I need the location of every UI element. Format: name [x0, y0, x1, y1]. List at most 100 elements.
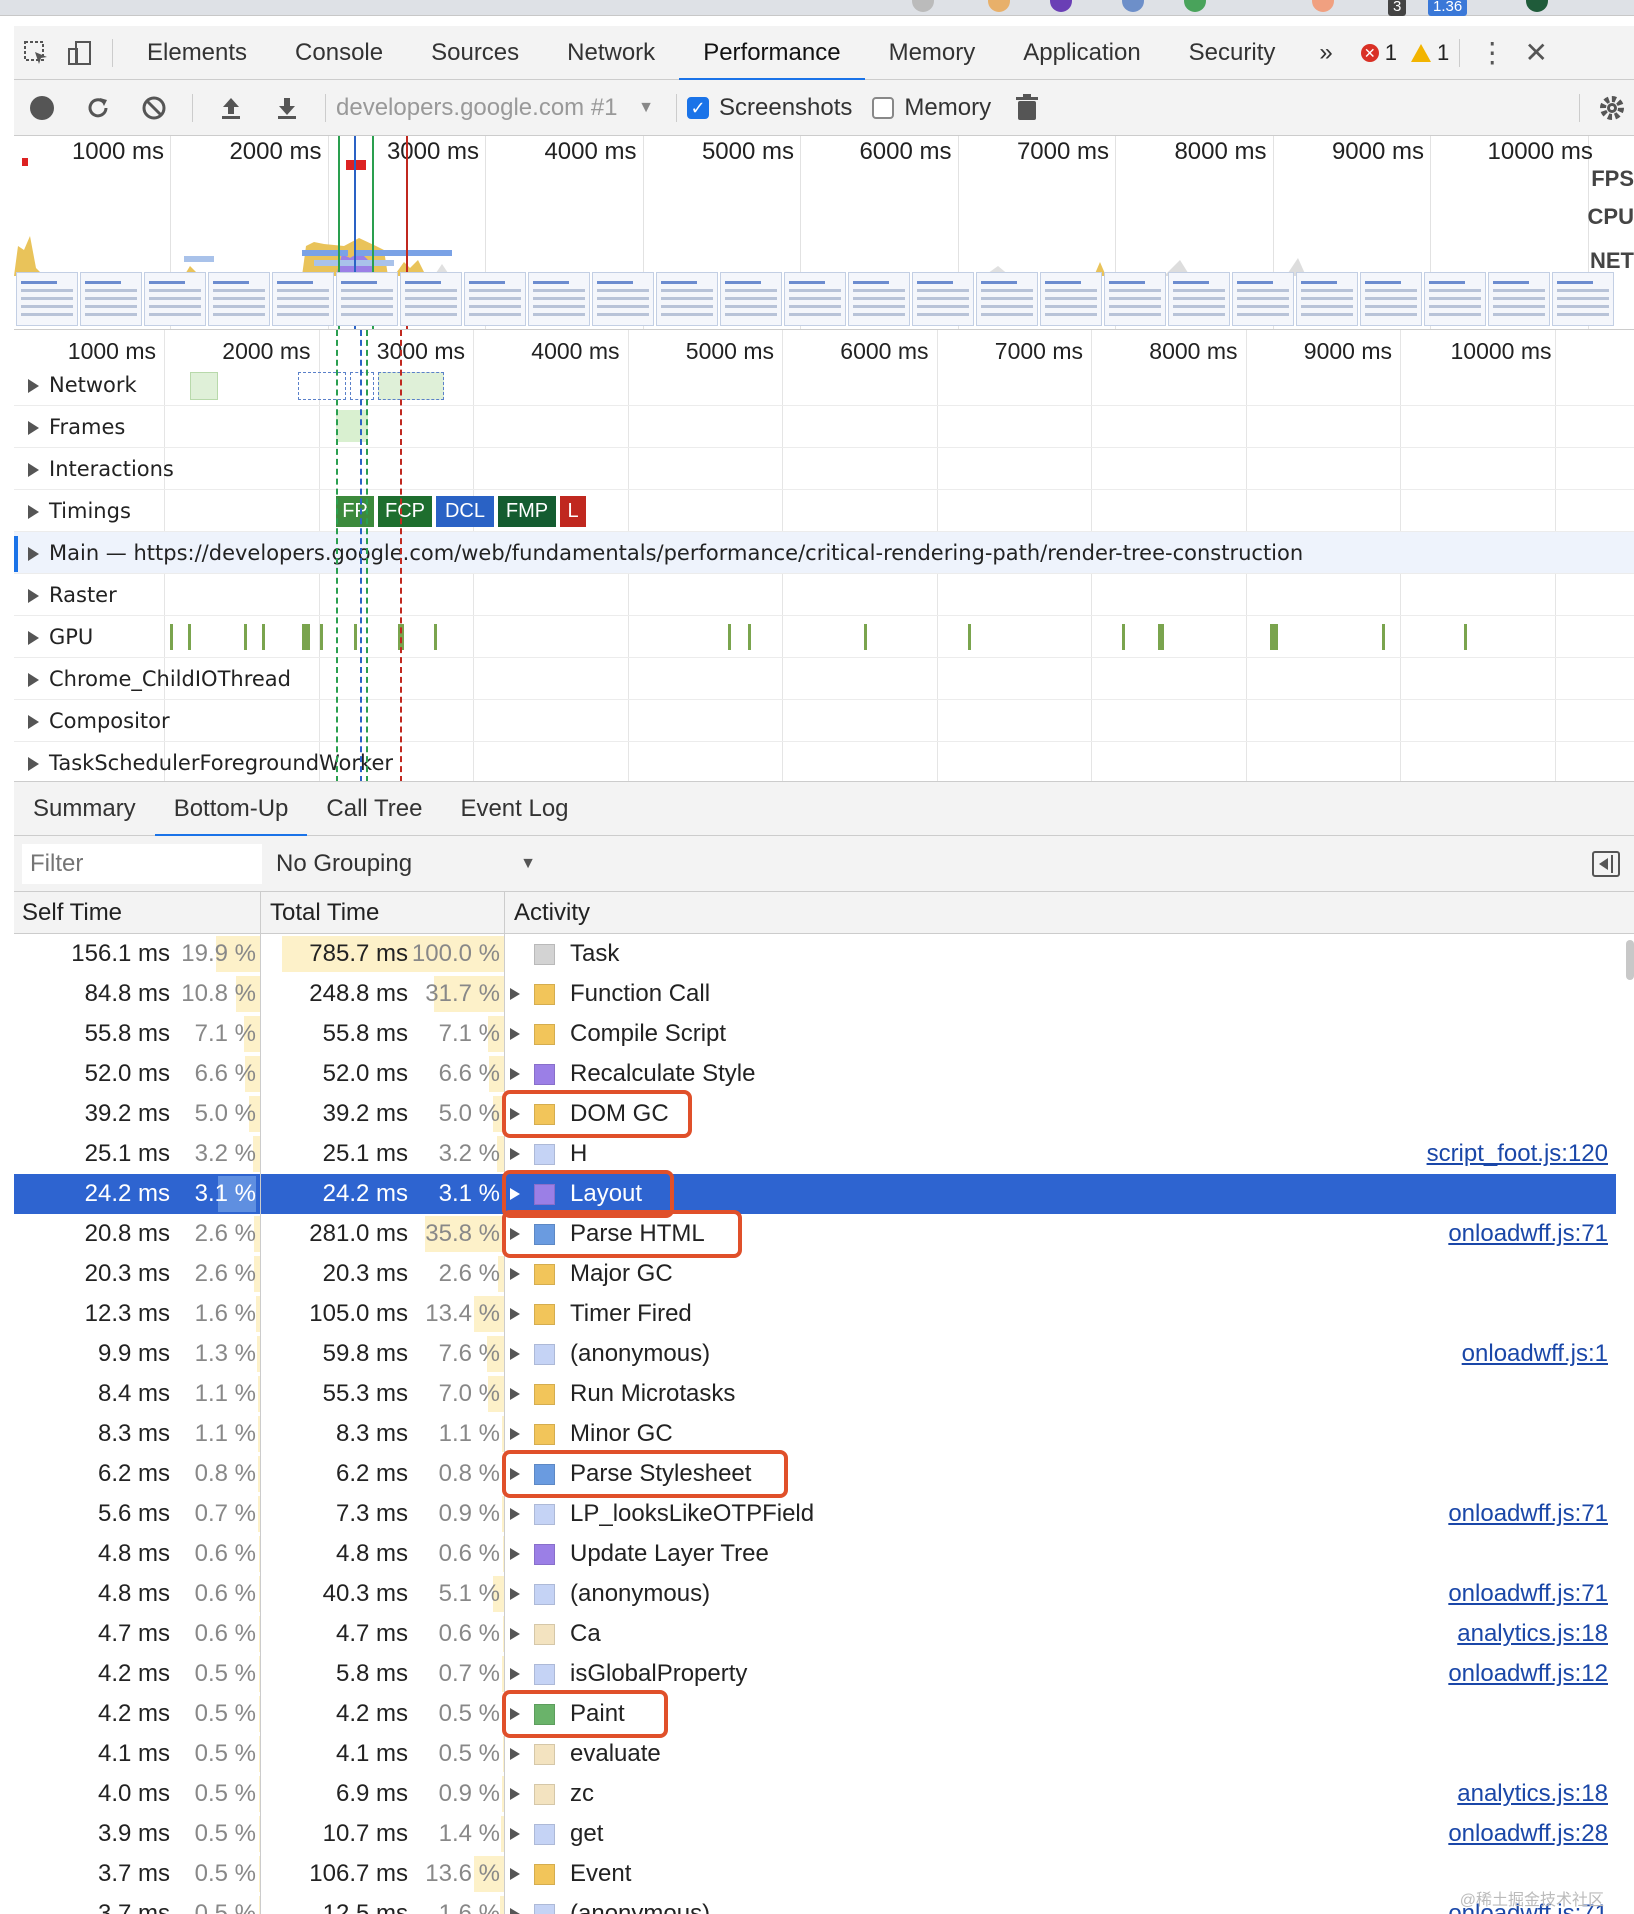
device-toolbar-icon[interactable] — [58, 26, 102, 80]
gpu-task[interactable] — [434, 624, 437, 650]
expand-arrow-icon[interactable] — [510, 1428, 520, 1440]
table-row[interactable]: 3.9 ms 0.5 % 10.7 ms 1.4 % get onloadwff.js:2… — [14, 1814, 1616, 1854]
tab-console[interactable]: Console — [271, 26, 407, 80]
source-link[interactable]: onloadwff.js:71 — [1448, 1494, 1608, 1534]
column-total-time[interactable]: Total Time — [270, 892, 379, 934]
network-request[interactable] — [298, 372, 346, 400]
track-timings[interactable]: Timings — [14, 490, 1634, 532]
tab-sources[interactable]: Sources — [407, 26, 543, 80]
tab-event-log[interactable]: Event Log — [441, 782, 587, 836]
memory-toggle[interactable]: Memory — [872, 94, 991, 122]
extension-icon[interactable] — [1184, 0, 1206, 12]
tab-memory[interactable]: Memory — [865, 26, 1000, 80]
expand-arrow-icon[interactable] — [28, 673, 39, 687]
issues-counter[interactable]: ✕ 1 1 — [1360, 40, 1449, 66]
expand-arrow-icon[interactable] — [28, 547, 39, 561]
expand-arrow-icon[interactable] — [510, 1068, 520, 1080]
table-scrollbar[interactable] — [1626, 940, 1634, 980]
expand-arrow-icon[interactable] — [28, 757, 39, 771]
tab-bottom-up[interactable]: Bottom-Up — [154, 782, 308, 837]
tab-elements[interactable]: Elements — [123, 26, 271, 80]
screenshots-toggle[interactable]: ✓ Screenshots — [687, 94, 852, 122]
table-row[interactable]: 39.2 ms 5.0 % 39.2 ms 5.0 % DOM GC — [14, 1094, 1616, 1134]
capture-settings-button[interactable] — [1590, 80, 1634, 136]
track-network[interactable]: Network — [14, 364, 1634, 406]
screenshot-thumbnail[interactable] — [144, 272, 206, 326]
screenshot-thumbnail[interactable] — [1424, 272, 1486, 326]
tab-security[interactable]: Security — [1165, 26, 1300, 80]
expand-arrow-icon[interactable] — [510, 1148, 520, 1160]
gpu-task[interactable] — [968, 624, 971, 650]
gpu-task[interactable] — [262, 624, 265, 650]
screenshot-thumbnail[interactable] — [272, 272, 334, 326]
source-link[interactable]: onloadwff.js:71 — [1448, 1214, 1608, 1254]
expand-arrow-icon[interactable] — [28, 589, 39, 603]
extension-icon[interactable] — [1050, 0, 1072, 12]
screenshot-thumbnail[interactable] — [1040, 272, 1102, 326]
expand-arrow-icon[interactable] — [28, 715, 39, 729]
clear-button[interactable] — [126, 80, 182, 136]
table-row[interactable]: 20.8 ms 2.6 % 281.0 ms 35.8 % Parse HTML onlo… — [14, 1214, 1616, 1254]
bookmark-star-icon[interactable] — [912, 0, 934, 12]
source-link[interactable]: analytics.js:18 — [1457, 1774, 1608, 1814]
table-row[interactable]: 4.8 ms 0.6 % 4.8 ms 0.6 % Update Layer Tree — [14, 1534, 1616, 1574]
table-row[interactable]: 25.1 ms 3.2 % 25.1 ms 3.2 % Hscript_foot.js:… — [14, 1134, 1616, 1174]
table-row[interactable]: 3.7 ms 0.5 % 12.5 ms 1.6 % (anonymous) onload… — [14, 1894, 1616, 1914]
track-chrome-child-io-thread[interactable]: Chrome_ChildIOThread — [14, 658, 1634, 700]
network-request[interactable] — [378, 372, 444, 400]
bottom-up-table-body[interactable]: 156.1 ms 19.9 % 785.7 ms 100.0 % Task 84.8 ms… — [14, 934, 1616, 1914]
track-gpu[interactable]: GPU — [14, 616, 1634, 658]
timing-marker-dcl[interactable]: DCL — [436, 496, 494, 527]
gpu-task[interactable] — [188, 624, 191, 650]
timing-marker-fp[interactable]: FP — [336, 496, 374, 527]
source-link[interactable]: analytics.js:18 — [1457, 1614, 1608, 1654]
gpu-task[interactable] — [748, 624, 751, 650]
table-row[interactable]: 9.9 ms 1.3 % 59.8 ms 7.6 % (anonymous) onload… — [14, 1334, 1616, 1374]
gpu-task[interactable] — [728, 624, 731, 650]
column-activity[interactable]: Activity — [514, 892, 590, 934]
source-link[interactable]: script_foot.js:120 — [1427, 1134, 1608, 1174]
extension-icon[interactable] — [1312, 0, 1334, 12]
gpu-task[interactable] — [244, 624, 247, 650]
screenshot-thumbnail[interactable] — [400, 272, 462, 326]
table-row[interactable]: 6.2 ms 0.8 % 6.2 ms 0.8 % Parse Stylesheet — [14, 1454, 1616, 1494]
screenshot-thumbnail[interactable] — [592, 272, 654, 326]
reload-record-button[interactable] — [70, 80, 126, 136]
table-row[interactable]: 3.7 ms 0.5 % 106.7 ms 13.6 % Event — [14, 1854, 1616, 1894]
inspect-element-icon[interactable] — [14, 26, 58, 80]
column-self-time[interactable]: Self Time — [22, 892, 122, 934]
table-row[interactable]: 4.1 ms 0.5 % 4.1 ms 0.5 % evaluate — [14, 1734, 1616, 1774]
expand-arrow-icon[interactable] — [510, 1748, 520, 1760]
grouping-select[interactable]: No Grouping ▼ — [276, 850, 536, 878]
expand-arrow-icon[interactable] — [510, 1828, 520, 1840]
expand-arrow-icon[interactable] — [510, 988, 520, 1000]
expand-arrow-icon[interactable] — [28, 505, 39, 519]
table-row[interactable]: 4.8 ms 0.6 % 40.3 ms 5.1 % (anonymous) onload… — [14, 1574, 1616, 1614]
frame-block[interactable] — [336, 410, 368, 442]
table-row[interactable]: 12.3 ms 1.6 % 105.0 ms 13.4 % Timer Fired — [14, 1294, 1616, 1334]
source-link[interactable]: onloadwff.js:1 — [1462, 1334, 1608, 1374]
screenshot-thumbnail[interactable] — [656, 272, 718, 326]
close-icon[interactable]: ✕ — [1514, 26, 1558, 80]
screenshot-thumbnail[interactable] — [208, 272, 270, 326]
table-row[interactable]: 24.2 ms 3.1 % 24.2 ms 3.1 % Layout — [14, 1174, 1616, 1214]
gpu-task[interactable] — [320, 624, 323, 650]
source-link[interactable]: onloadwff.js:28 — [1448, 1814, 1608, 1854]
track-raster[interactable]: Raster — [14, 574, 1634, 616]
gpu-task[interactable] — [1122, 624, 1125, 650]
timeline-overview[interactable]: 1000 ms 2000 ms 3000 ms 4000 ms 5000 ms 6000 … — [14, 136, 1634, 330]
screenshot-thumbnail[interactable] — [784, 272, 846, 326]
gpu-task[interactable] — [302, 624, 310, 650]
tab-network[interactable]: Network — [543, 26, 679, 80]
profile-avatar[interactable] — [1526, 0, 1548, 12]
screenshot-thumbnail[interactable] — [336, 272, 398, 326]
expand-arrow-icon[interactable] — [510, 1028, 520, 1040]
table-row[interactable]: 156.1 ms 19.9 % 785.7 ms 100.0 % Task — [14, 934, 1616, 974]
screenshot-thumbnail[interactable] — [16, 272, 78, 326]
flamechart[interactable]: 1000 ms 2000 ms 3000 ms 4000 ms 5000 ms 6000 … — [14, 330, 1634, 782]
table-row[interactable]: 4.2 ms 0.5 % 4.2 ms 0.5 % Paint — [14, 1694, 1616, 1734]
extension-icon[interactable] — [1122, 0, 1144, 12]
table-row[interactable]: 55.8 ms 7.1 % 55.8 ms 7.1 % Compile Script — [14, 1014, 1616, 1054]
expand-arrow-icon[interactable] — [510, 1908, 520, 1914]
table-row[interactable]: 5.6 ms 0.7 % 7.3 ms 0.9 % LP_looksLikeOTPFie… — [14, 1494, 1616, 1534]
